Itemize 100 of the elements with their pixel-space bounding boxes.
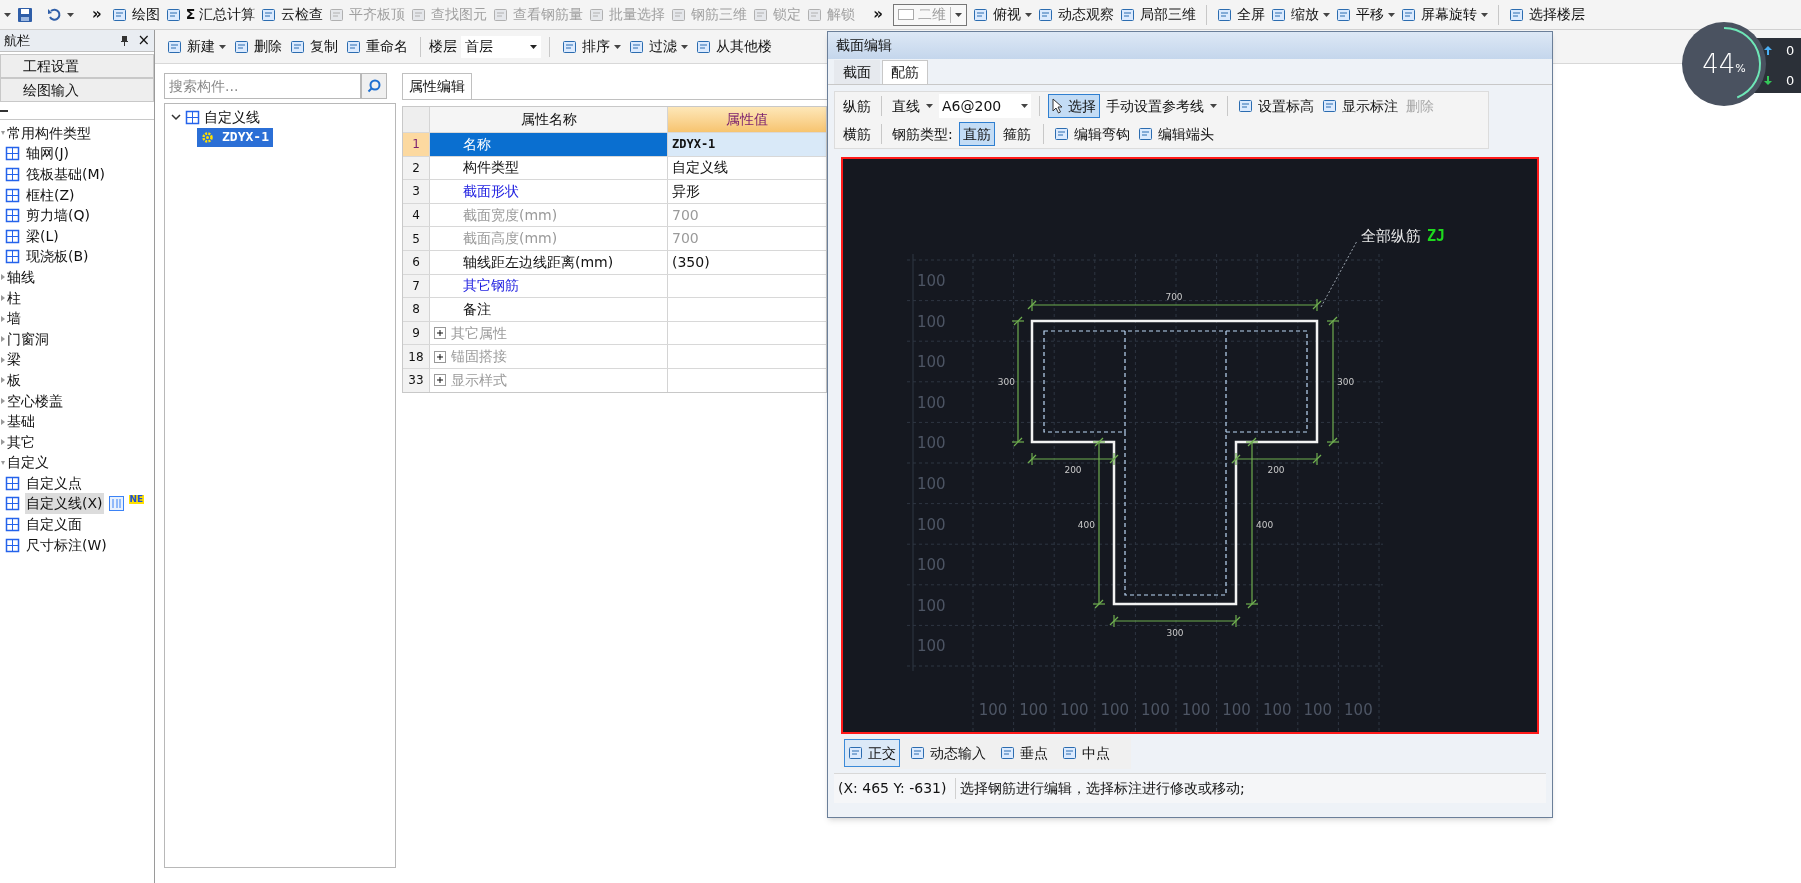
- properties-tab[interactable]: 属性编辑: [402, 73, 472, 99]
- tree-group[interactable]: 空心楼盖: [7, 390, 63, 412]
- dialog-tab[interactable]: 截面: [834, 60, 880, 84]
- expand-icon[interactable]: [434, 374, 446, 387]
- section-canvas[interactable]: 100 100 100 100 100 100 100 100 100 100 100 100 100 100 100 100 100 100 100 100 700 300 300 200 200 400 400 300 全部纵筋 ZJ: [843, 159, 1537, 732]
- toolbar-button[interactable]: 局部三维: [1120, 4, 1196, 25]
- overflow-button[interactable]: »: [869, 3, 887, 26]
- table-row[interactable]: 3 截面形状 异形: [403, 179, 826, 203]
- collapsed-triangle-icon[interactable]: [1, 356, 5, 363]
- collapsed-triangle-icon[interactable]: [1, 439, 5, 446]
- nav-button[interactable]: 工程设置: [0, 54, 154, 78]
- table-row[interactable]: 6 轴线距左边线距离(mm) (350): [403, 249, 826, 274]
- expanded-triangle-icon[interactable]: [1, 130, 5, 137]
- table-row[interactable]: 33 显示样式: [403, 367, 826, 392]
- toolbar-button[interactable]: 动态观察: [1038, 4, 1114, 25]
- tree-group[interactable]: 墙: [7, 308, 21, 330]
- toolbar-button[interactable]: 绘图: [111, 4, 160, 25]
- chevron-icon[interactable]: [171, 113, 181, 121]
- toolbar-button[interactable]: Σ 汇总计算: [165, 4, 256, 25]
- expand-icon[interactable]: [434, 327, 446, 340]
- spacing-select[interactable]: A6@200: [939, 94, 1031, 118]
- collapsed-triangle-icon[interactable]: [1, 377, 5, 384]
- tree-group[interactable]: 常用构件类型: [7, 122, 91, 144]
- snap-button[interactable]: 中点: [1058, 739, 1114, 767]
- tool-icon: [1322, 98, 1338, 114]
- tree-item[interactable]: 筏板基础(M): [25, 164, 106, 185]
- dropdown-button[interactable]: 手动设置参考线: [1104, 95, 1219, 117]
- toolbar-button[interactable]: 云检查: [261, 4, 324, 25]
- tree-group[interactable]: 门窗洞: [7, 328, 49, 350]
- nav-button[interactable]: 绘图输入: [0, 78, 154, 102]
- undo-icon[interactable]: [47, 6, 63, 23]
- snap-button[interactable]: 垂点: [996, 739, 1052, 767]
- mode-button[interactable]: 选择: [1048, 94, 1100, 118]
- collapsed-triangle-icon[interactable]: [1, 398, 5, 404]
- snap-button[interactable]: 动态输入: [906, 739, 990, 767]
- collapsed-triangle-icon[interactable]: [1, 336, 5, 343]
- toolbar-button[interactable]: 缩放: [1271, 4, 1330, 25]
- pin-icon[interactable]: [120, 34, 130, 47]
- toolbar-button[interactable]: 选择楼层: [1509, 4, 1585, 25]
- collapsed-triangle-icon[interactable]: [1, 315, 5, 322]
- dropdown-button[interactable]: 直线: [890, 95, 935, 117]
- expand-icon[interactable]: [434, 350, 446, 363]
- table-row[interactable]: 5 截面高度(mm) 700: [403, 226, 826, 250]
- dialog-tab[interactable]: 配筋: [882, 60, 928, 84]
- toolbar-button[interactable]: 从其他楼: [696, 36, 772, 57]
- tree-group[interactable]: 轴线: [7, 266, 35, 288]
- table-row[interactable]: 8 备注: [403, 297, 826, 321]
- download-speed: 0: [1786, 71, 1795, 90]
- grid-label: 100: [917, 475, 946, 493]
- tree-item[interactable]: 自定义线(X): [25, 493, 104, 515]
- table-row[interactable]: 18 锚固搭接: [403, 344, 826, 368]
- toolbar-button[interactable]: 屏幕旋转: [1401, 4, 1488, 25]
- search-field[interactable]: 搜索构件...: [164, 73, 361, 99]
- tree-group[interactable]: 自定义: [7, 452, 49, 474]
- tree-group[interactable]: 柱: [7, 287, 21, 309]
- tree-item[interactable]: 剪力墙(Q): [25, 205, 91, 227]
- save-icon[interactable]: [17, 6, 33, 23]
- toolbar-button[interactable]: 编辑端头: [1135, 123, 1216, 145]
- toolbar-button[interactable]: 编辑弯钩: [1051, 123, 1132, 145]
- toolbar-button[interactable]: 重命名: [346, 36, 408, 57]
- overflow-button[interactable]: »: [88, 3, 106, 26]
- tree-item[interactable]: 自定义面: [25, 514, 83, 536]
- collapsed-triangle-icon[interactable]: [1, 418, 5, 425]
- table-row[interactable]: 9 其它属性: [403, 320, 826, 345]
- usage-value: 44: [1702, 47, 1736, 81]
- collapsed-triangle-icon[interactable]: [1, 295, 5, 302]
- table-row[interactable]: 7 其它钢筋: [403, 273, 826, 298]
- toolbar-button[interactable]: 复制: [290, 36, 338, 57]
- tree-group[interactable]: 基础: [7, 411, 35, 433]
- grid-label: 100: [978, 701, 1008, 719]
- toolbar-button[interactable]: 新建: [167, 36, 226, 57]
- close-button[interactable]: ×: [137, 33, 150, 48]
- toolbar-button[interactable]: 设置标高: [1236, 95, 1316, 117]
- tree-item[interactable]: 尺寸标注(W): [25, 534, 108, 556]
- mode-button[interactable]: 箍筋: [998, 122, 1035, 146]
- toolbar-button[interactable]: 全屏: [1217, 4, 1265, 25]
- table-row[interactable]: 2 构件类型 自定义线: [403, 155, 826, 180]
- expanded-triangle-icon[interactable]: [1, 459, 5, 466]
- mode-button[interactable]: 直筋: [958, 122, 995, 146]
- search-button[interactable]: [361, 73, 387, 99]
- toolbar-button[interactable]: 过滤: [629, 36, 688, 57]
- tree-group[interactable]: 其它: [7, 431, 35, 453]
- toolbar-button[interactable]: 删除: [234, 36, 282, 57]
- tree-node[interactable]: ZDYX-1: [197, 127, 273, 147]
- tree-item[interactable]: 现浇板(B): [25, 246, 90, 268]
- collapsed-triangle-icon[interactable]: [1, 274, 5, 281]
- toolbar-button[interactable]: 平移: [1336, 4, 1395, 25]
- tree-item[interactable]: 梁(L): [25, 225, 60, 247]
- toolbar-button[interactable]: 排序: [562, 36, 621, 57]
- tree-node[interactable]: 自定义线: [204, 106, 260, 128]
- tree-item[interactable]: 自定义点: [25, 472, 83, 494]
- table-row[interactable]: 4 截面宽度(mm) 700: [403, 202, 826, 227]
- toolbar-button[interactable]: 显示标注: [1320, 95, 1400, 117]
- tree-item[interactable]: 轴网(J): [25, 143, 71, 165]
- tree-item[interactable]: 框柱(Z): [25, 184, 76, 206]
- toolbar-button[interactable]: 俯视: [973, 4, 1032, 25]
- tree-group[interactable]: 板: [7, 369, 21, 391]
- floor-select[interactable]: 首层: [461, 35, 541, 58]
- snap-button[interactable]: 正交: [844, 739, 900, 767]
- tree-group[interactable]: 梁: [7, 349, 21, 371]
